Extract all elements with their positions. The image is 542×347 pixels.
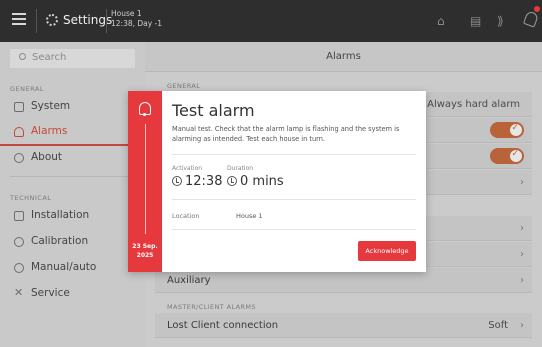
search-input[interactable]: Search bbox=[10, 49, 135, 68]
sidebar-item-label: Installation bbox=[31, 209, 90, 221]
section-label-general: GENERAL bbox=[167, 82, 201, 90]
chevron-right-icon: › bbox=[520, 320, 524, 331]
chevron-right-icon: › bbox=[520, 275, 524, 286]
sidebar-item-installation[interactable]: Installation bbox=[0, 204, 145, 228]
sidebar-item-label: System bbox=[31, 100, 71, 112]
home-icon[interactable]: ⌂ bbox=[437, 14, 445, 28]
house-info[interactable]: House 1 12:38, Day -1 bbox=[111, 9, 162, 29]
top-bar: Settings House 1 12:38, Day -1 ⌂ ▤ ⟫ bbox=[0, 0, 542, 42]
group-label-technical: TECHNICAL bbox=[10, 194, 52, 202]
settings-title[interactable]: Settings bbox=[63, 13, 112, 27]
duration-label: Duration bbox=[227, 165, 254, 172]
sidebar-item-manual-auto[interactable]: Manual/auto bbox=[0, 256, 145, 280]
toggle-switch[interactable]: ✓ bbox=[490, 148, 524, 164]
location-label: Location bbox=[172, 212, 200, 220]
manual-auto-icon bbox=[14, 263, 24, 273]
page-title: Alarms bbox=[145, 42, 542, 72]
check-icon: ✓ bbox=[511, 123, 519, 133]
bell-icon[interactable] bbox=[522, 10, 540, 28]
tablet-icon[interactable]: ▤ bbox=[470, 14, 481, 28]
dialog-description: Manual test. Check that the alarm lamp i… bbox=[172, 125, 400, 143]
check-icon: ✓ bbox=[511, 149, 519, 159]
sidebar-item-service[interactable]: ✕ Service bbox=[0, 282, 145, 306]
acknowledge-button[interactable]: Acknowledge bbox=[358, 241, 416, 261]
toggle-switch[interactable]: ✓ bbox=[490, 122, 524, 138]
installation-icon bbox=[14, 211, 24, 221]
house-time-day: 12:38, Day -1 bbox=[111, 19, 163, 28]
bell-icon bbox=[14, 127, 24, 137]
system-icon bbox=[14, 102, 24, 112]
row-label: Lost Client connection bbox=[167, 320, 279, 331]
search-placeholder: Search bbox=[32, 52, 67, 63]
alarm-date-year: 2025 bbox=[136, 252, 154, 259]
duration-value: 0 mins bbox=[227, 174, 284, 189]
row-value: Soft bbox=[488, 320, 508, 331]
calibration-icon bbox=[14, 237, 24, 247]
dialog-divider bbox=[172, 154, 416, 155]
row-label: Auxiliary bbox=[167, 275, 211, 286]
topbar-divider bbox=[36, 9, 37, 33]
sidebar: Search GENERAL System Alarms About TECHN… bbox=[0, 42, 145, 347]
alarm-strip: 23 Sep. 2025 bbox=[128, 91, 162, 272]
sidebar-item-label: Manual/auto bbox=[31, 261, 97, 273]
notification-dot bbox=[534, 6, 540, 12]
row-label: Always hard alarm bbox=[427, 99, 520, 110]
sidebar-item-label: Service bbox=[31, 287, 70, 299]
sidebar-item-system[interactable]: System bbox=[0, 95, 145, 119]
group-label-general: GENERAL bbox=[10, 85, 44, 93]
settings-row-lost-client[interactable]: Lost Client connection Soft › bbox=[155, 313, 532, 338]
dialog-title: Test alarm bbox=[172, 101, 255, 120]
sidebar-item-label: Calibration bbox=[31, 235, 89, 247]
sidebar-divider bbox=[10, 176, 135, 177]
search-icon bbox=[19, 53, 26, 60]
sidebar-item-label: Alarms bbox=[31, 125, 68, 137]
sidebar-item-calibration[interactable]: Calibration bbox=[0, 230, 145, 254]
location-value: House 1 bbox=[236, 212, 263, 220]
clock-icon bbox=[172, 176, 182, 186]
sidebar-item-alarms[interactable]: Alarms bbox=[0, 120, 145, 144]
dialog-divider bbox=[172, 229, 416, 230]
service-icon: ✕ bbox=[14, 286, 24, 299]
signal-icon[interactable]: ⟫ bbox=[497, 14, 504, 28]
menu-icon[interactable] bbox=[12, 13, 26, 27]
alarm-bell-icon bbox=[139, 102, 151, 116]
sidebar-item-label: About bbox=[31, 151, 63, 163]
chevron-right-icon: › bbox=[520, 249, 524, 260]
gear-icon bbox=[46, 14, 58, 26]
activation-label: Activation bbox=[172, 165, 203, 172]
section-label-master-client: MASTER/CLIENT ALARMS bbox=[167, 303, 256, 311]
house-name: House 1 bbox=[111, 9, 142, 18]
activation-value: 12:38 bbox=[172, 174, 222, 189]
alarm-date-day: 23 Sep. bbox=[132, 243, 158, 250]
info-icon bbox=[14, 153, 24, 163]
chevron-right-icon: › bbox=[520, 177, 524, 188]
strip-timeline bbox=[145, 124, 146, 234]
sidebar-item-about[interactable]: About bbox=[0, 146, 145, 170]
chevron-right-icon: › bbox=[520, 223, 524, 234]
test-alarm-dialog: 23 Sep. 2025 Test alarm Manual test. Che… bbox=[128, 91, 426, 272]
alarm-date: 23 Sep. 2025 bbox=[128, 242, 162, 260]
dialog-divider bbox=[172, 199, 416, 200]
topbar-divider bbox=[106, 9, 107, 33]
clock-icon bbox=[227, 176, 237, 186]
